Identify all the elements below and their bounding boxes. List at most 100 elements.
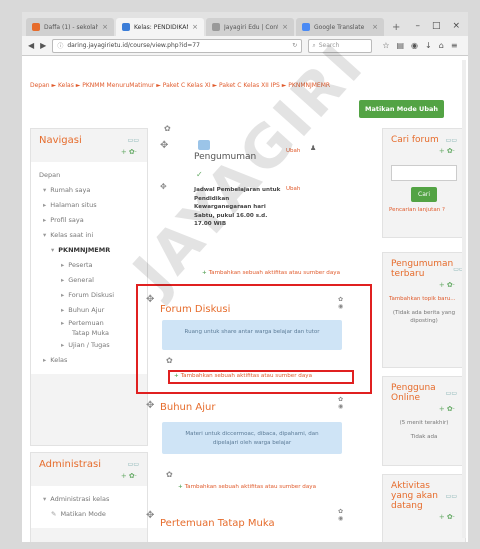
forum-icon	[198, 140, 210, 150]
close-window-icon[interactable]: ×	[452, 21, 460, 31]
tab-favicon	[32, 23, 40, 31]
add-activity-link[interactable]: + Tambahkan sebuah aktifitas atau sumber …	[178, 484, 316, 490]
check-icon: ✓	[196, 170, 203, 179]
nav-item-course[interactable]: ▾ PKNMNJMEMR	[39, 243, 139, 258]
nav-item-peserta[interactable]: ▸ Peserta	[39, 258, 139, 273]
nav-item-tatap-muka[interactable]: Tatap Muka	[39, 328, 139, 338]
tab-favicon	[122, 23, 130, 31]
search-forums-block: Cari forum ▭▭ + ✿· Cari Pencarian lanjuta…	[382, 128, 466, 238]
help-icon: ?	[441, 207, 445, 213]
forum-search-input[interactable]	[391, 165, 457, 181]
admin-item-course[interactable]: ▾ Administrasi kelas	[39, 492, 139, 507]
star-icon[interactable]: ☆	[382, 41, 389, 50]
eye-icon[interactable]: ✿ ◉	[338, 508, 343, 522]
nav-item-pertemuan[interactable]: ▸ Pertemuan	[39, 318, 139, 328]
home-icon[interactable]: ⌂	[439, 41, 444, 50]
close-icon[interactable]: ×	[102, 23, 108, 31]
section-title: Forum Diskusi	[160, 304, 231, 315]
forward-icon[interactable]: ▶	[40, 41, 46, 50]
dock-icon[interactable]: ▭▭	[446, 390, 457, 397]
user-icon[interactable]: ♟	[310, 144, 316, 152]
block-title: Administrasi	[39, 459, 102, 470]
reading-list-icon[interactable]: ▤	[396, 41, 404, 50]
nav-item-forum-diskusi[interactable]: ▸ Forum Diskusi	[39, 288, 139, 303]
move-icon[interactable]: ✥	[146, 294, 154, 305]
minimize-icon[interactable]: –	[415, 21, 420, 31]
announcement-link[interactable]: Pengumuman	[194, 152, 256, 162]
administration-block: Administrasi ▭▭ + ✿· ▾ Administrasi kelas …	[30, 452, 148, 542]
dock-icon[interactable]: ▭▭	[446, 493, 457, 500]
nav-item-ujian-tugas[interactable]: ▸ Ujian / Tugas	[39, 338, 139, 353]
browser-tab[interactable]: Google Translate ×	[296, 18, 384, 36]
nav-item-rumah-saya[interactable]: ▾ Rumah saya	[39, 183, 139, 198]
advanced-search-link[interactable]: Pencarian lanjutan ?	[383, 206, 465, 220]
menu-icon[interactable]: ≡	[451, 41, 458, 50]
block-controls[interactable]: + ✿·	[31, 472, 147, 486]
nav-item-halaman-situs[interactable]: ▸ Halaman situs	[39, 198, 139, 213]
edit-menu[interactable]: Ubah	[286, 148, 300, 154]
nav-item-buhun-ajur[interactable]: ▸ Buhun Ajur	[39, 303, 139, 318]
add-topic-link[interactable]: Tambahkan topik baru...	[383, 295, 465, 309]
dock-icon[interactable]: ▭▭	[446, 137, 457, 144]
download-icon[interactable]: ↓	[425, 41, 432, 50]
block-controls[interactable]: + ✿·	[383, 147, 465, 161]
maximize-icon[interactable]: □	[432, 21, 441, 31]
breadcrumb[interactable]: Depan ► Kelas ► PKNMM MenuruMatimur ► Pa…	[30, 82, 330, 89]
reload-icon[interactable]: ↻	[292, 42, 297, 49]
back-icon[interactable]: ◀	[28, 41, 34, 50]
block-controls[interactable]: + ✿·	[383, 513, 465, 527]
close-icon[interactable]: ×	[372, 23, 378, 31]
admin-item-edit-mode[interactable]: ✎ Matikan Mode	[39, 507, 139, 522]
gear-icon[interactable]: ✿	[164, 124, 171, 133]
block-controls[interactable]: + ✿·	[383, 281, 465, 295]
block-title: Pengumuman terbaru	[391, 259, 454, 279]
browser-tab[interactable]: Jayagiri Edu | Content M...×	[206, 18, 294, 36]
edit-mode-button[interactable]: Matikan Mode Ubah	[359, 100, 444, 118]
online-none: Tidak ada	[410, 434, 438, 440]
block-controls[interactable]: + ✿·	[31, 148, 147, 162]
move-icon[interactable]: ✥	[160, 140, 168, 151]
nav-item-kelas[interactable]: ▸ Kelas	[39, 353, 139, 368]
add-activity-link[interactable]: + Tambahkan sebuah aktifitas atau sumber …	[174, 373, 312, 379]
nav-item-profil-saya[interactable]: ▸ Profil saya	[39, 213, 139, 228]
close-icon[interactable]: ×	[282, 23, 288, 31]
schedule-label: Jadwal Pembelajaran untuk Pendidikan Kew…	[194, 187, 281, 227]
admin-list: ▾ Administrasi kelas ✎ Matikan Mode	[31, 486, 147, 528]
browser-tab-active[interactable]: Kelas: PENDIDIKAN K...×	[116, 18, 204, 36]
section-title: Pertemuan Tatap Muka	[160, 518, 275, 529]
add-activity-link[interactable]: + Tambahkan sebuah aktifitas atau sumber …	[202, 270, 340, 276]
move-icon[interactable]: ✥	[146, 400, 154, 411]
nav-item-kelas-saat-ini[interactable]: ▾ Kelas saat ini	[39, 228, 139, 243]
close-icon[interactable]: ×	[192, 23, 198, 31]
new-tab-button[interactable]: +	[386, 22, 406, 36]
browser-tab[interactable]: Daffa (1) - sekolahjayagi...×	[26, 18, 114, 36]
nav-item-depan[interactable]: Depan	[39, 168, 139, 183]
move-icon[interactable]: ✥	[160, 182, 167, 191]
latest-news-block: Pengumuman terbaru ▭▭ + ✿· Tambahkan topi…	[382, 252, 466, 368]
dock-icon[interactable]: ▭▭	[128, 137, 139, 144]
gear-icon[interactable]: ✿	[166, 356, 173, 365]
navigation-block: Navigasi ▭▭ + ✿· Depan ▾ Rumah saya ▸ Halam…	[30, 128, 148, 446]
dock-icon[interactable]: ▭▭	[128, 461, 139, 468]
eye-icon[interactable]: ✿ ◉	[338, 396, 343, 410]
nav-list: Depan ▾ Rumah saya ▸ Halaman situs ▸ Profil…	[31, 162, 147, 374]
no-news-text: (Tidak ada berita yang diposting)	[392, 310, 456, 324]
move-icon[interactable]: ✥	[146, 510, 154, 521]
edit-menu[interactable]: Ubah	[286, 186, 300, 192]
search-input[interactable]: ⌕ Search	[308, 38, 373, 53]
browser-toolbar: ◀ ▶ ⓘ daring.jayagirietu.id/course/view.…	[22, 36, 468, 56]
section-title: Buhun Ajur	[160, 402, 216, 413]
scrollbar[interactable]	[462, 60, 466, 538]
tab-favicon	[212, 23, 220, 31]
eye-icon[interactable]: ✿ ◉	[338, 296, 343, 310]
pocket-icon[interactable]: ◉	[411, 41, 418, 50]
tab-favicon	[302, 23, 310, 31]
address-bar[interactable]: ⓘ daring.jayagirietu.id/course/view.php?…	[52, 38, 303, 53]
search-button[interactable]: Cari	[411, 187, 437, 202]
section-summary: Materi untuk diccermoac, dibaca, dipaham…	[162, 422, 342, 454]
block-title: Navigasi	[39, 135, 82, 146]
block-controls[interactable]: + ✿·	[383, 405, 465, 419]
nav-item-general[interactable]: ▸ General	[39, 273, 139, 288]
gear-icon[interactable]: ✿	[166, 470, 173, 479]
block-title: Pengguna Online	[391, 383, 436, 403]
